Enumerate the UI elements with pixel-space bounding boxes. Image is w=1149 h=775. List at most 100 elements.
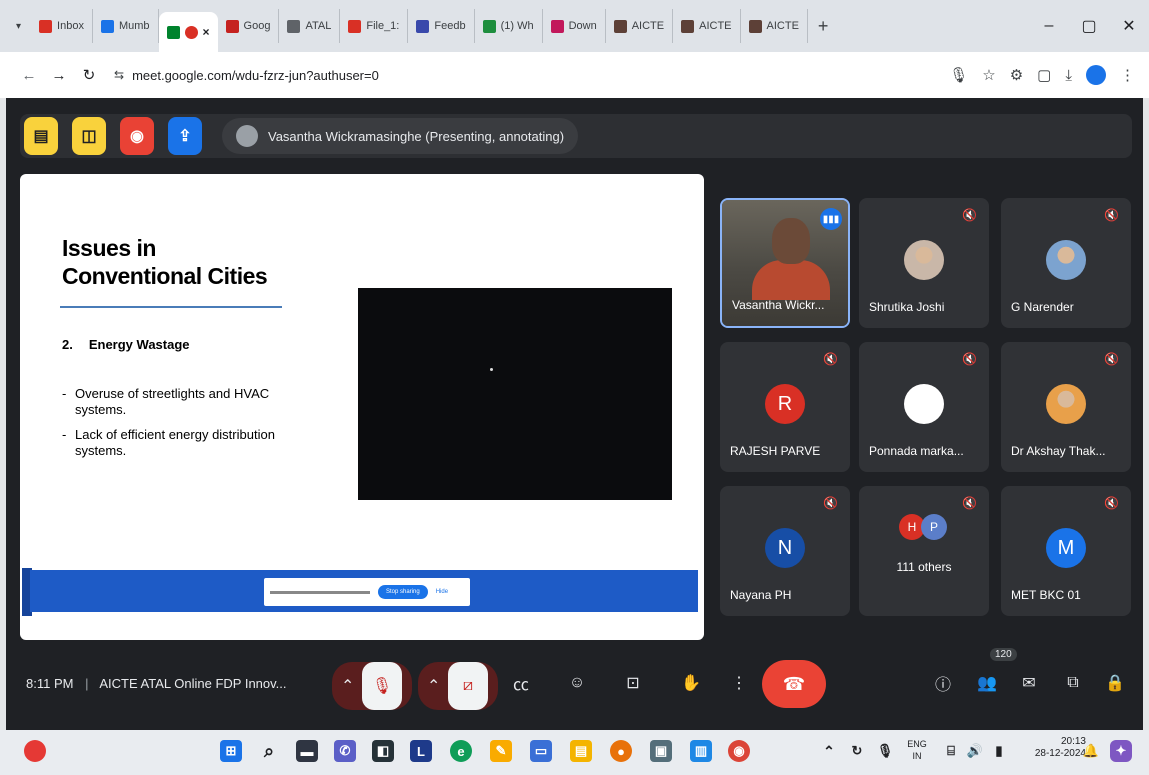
others-count-label: 111 others — [896, 560, 952, 574]
tab-favicon-icon — [681, 19, 695, 33]
participant-tile[interactable]: 🔇 Dr Akshay Thak... — [1001, 342, 1131, 472]
emoji-icon[interactable]: ☺ — [562, 668, 592, 698]
tray-mic-icon[interactable]: 🎙 — [874, 740, 896, 762]
meet-window: ▤ ◫ ◉ ⇪ Vasantha Wickramasinghe (Present… — [6, 98, 1143, 730]
notes-app-button[interactable]: ▤ — [24, 117, 58, 155]
sharing-notice: Stop sharing Hide — [264, 578, 470, 606]
system-clock[interactable]: 20:13 28-12-2024 — [1010, 736, 1086, 760]
language-code: ENG — [907, 739, 927, 749]
battery-icon[interactable]: ▮ — [988, 740, 1010, 762]
url-text[interactable]: meet.google.com/wdu-fzrz-jun?authuser=0 — [132, 68, 379, 83]
tab-favicon-icon — [550, 19, 564, 33]
back-icon[interactable]: ← — [14, 67, 44, 84]
record-button[interactable]: ◉ — [120, 117, 154, 155]
browser-tab[interactable]: Mumb — [93, 9, 159, 43]
store-icon[interactable]: ◧ — [372, 740, 394, 762]
chrome-icon[interactable]: ◉ — [728, 740, 750, 762]
firefox-icon[interactable]: ● — [610, 740, 632, 762]
participant-tile[interactable]: 🔇 H P 111 others — [859, 486, 989, 616]
forward-icon[interactable]: → — [44, 67, 74, 84]
muted-mic-icon: 🔇 — [1104, 496, 1119, 510]
notes-icon[interactable]: ▥ — [690, 740, 712, 762]
menu-dots-icon[interactable]: ⋮ — [1120, 66, 1135, 84]
tray-chevron-icon[interactable]: ⌃ — [818, 740, 840, 762]
people-icon[interactable]: 👥 — [972, 668, 1002, 698]
close-window-button[interactable]: ✕ — [1109, 16, 1149, 36]
participant-tile[interactable]: 🔇 G Narender — [1001, 198, 1131, 328]
download-icon[interactable]: ⤓ — [1065, 67, 1072, 84]
activities-icon[interactable]: ⧉ — [1058, 668, 1088, 698]
participant-photo — [904, 240, 944, 280]
tab-favicon-icon — [39, 19, 53, 33]
volume-icon[interactable]: 🔊 — [964, 740, 986, 762]
raise-hand-icon[interactable]: ✋ — [676, 668, 706, 698]
url-field[interactable]: ⇆ meet.google.com/wdu-fzrz-jun?authuser=… — [114, 68, 949, 83]
new-tab-button[interactable]: + — [818, 16, 829, 37]
photos-icon[interactable]: ▣ — [650, 740, 672, 762]
tab-cast-icon[interactable]: ▢ — [1037, 66, 1051, 84]
site-settings-icon[interactable]: ⇆ — [114, 68, 124, 82]
file-explorer-icon[interactable]: ▤ — [570, 740, 592, 762]
end-call-button[interactable]: ☎ — [762, 660, 826, 708]
slide-video-embed[interactable] — [358, 288, 672, 500]
camera-off-icon[interactable]: ⧄ — [448, 662, 488, 710]
microphone-icon[interactable]: 🎙 — [949, 66, 968, 84]
participant-tile[interactable]: 🔇 Shrutika Joshi — [859, 198, 989, 328]
muted-mic-icon: 🔇 — [962, 208, 977, 222]
bullet-item: Lack of efficient energy distribution sy… — [62, 427, 312, 459]
widgets-icon[interactable] — [24, 740, 46, 762]
participant-tile[interactable]: 🔇 R RAJESH PARVE — [720, 342, 850, 472]
network-icon[interactable]: ⌸ — [940, 740, 962, 762]
present-icon[interactable]: ⊡ — [618, 668, 648, 698]
copilot-icon[interactable]: ✦ — [1110, 740, 1132, 762]
others-avatar-group: HP — [899, 514, 947, 540]
paint-icon[interactable]: ✎ — [490, 740, 512, 762]
browser-tab[interactable]: (1) Wh — [475, 9, 543, 43]
browser-tab[interactable]: Feedb — [408, 9, 475, 43]
extension-icon[interactable]: ⚙ — [1010, 66, 1023, 84]
edge-icon[interactable]: e — [450, 740, 472, 762]
stop-sharing-button[interactable]: Stop sharing — [378, 585, 428, 599]
reload-icon[interactable]: ↻ — [74, 66, 104, 84]
share-app-button[interactable]: ⇪ — [168, 117, 202, 155]
task-view-icon[interactable]: ▬ — [296, 740, 318, 762]
language-indicator[interactable]: ENG IN — [902, 738, 932, 762]
chat-icon[interactable]: ✉ — [1014, 668, 1044, 698]
minimize-button[interactable]: – — [1029, 17, 1069, 35]
tab-active-meet[interactable]: × — [158, 12, 218, 52]
tab-favicon-icon — [348, 19, 362, 33]
browser-tab[interactable]: AICTE — [741, 9, 808, 43]
tab-search-icon[interactable]: ▾ — [16, 21, 21, 32]
browser-tab[interactable]: AICTE — [606, 9, 674, 43]
tray-app-icon[interactable]: ↻ — [846, 740, 868, 762]
more-options-icon[interactable]: ⋮ — [724, 668, 754, 698]
bookmark-star-icon[interactable]: ☆ — [982, 66, 995, 84]
notification-bell-icon[interactable]: 🔔 — [1080, 740, 1102, 762]
browser-tab[interactable]: AICTE — [673, 9, 741, 43]
browser-tab[interactable]: Down — [543, 9, 606, 43]
start-menu-icon[interactable]: ⊞ — [220, 740, 242, 762]
captions-icon[interactable]: ㏄ — [506, 668, 536, 698]
close-tab-icon[interactable]: × — [203, 25, 210, 39]
search-icon[interactable]: ⌕ — [258, 740, 280, 762]
participant-tile[interactable]: 🔇 M MET BKC 01 — [1001, 486, 1131, 616]
app-l-icon[interactable]: L — [410, 740, 432, 762]
participant-tile[interactable]: 🔇 N Nayana PH — [720, 486, 850, 616]
tab-label: Goog — [243, 20, 271, 32]
meeting-details-icon[interactable]: ⓘ — [928, 668, 958, 698]
teams-icon[interactable]: ✆ — [334, 740, 356, 762]
mic-mute-icon[interactable]: 🎙 — [362, 662, 402, 710]
window-icon[interactable]: ▭ — [530, 740, 552, 762]
profile-avatar[interactable] — [1086, 65, 1106, 85]
browser-tab[interactable]: File_1: — [340, 9, 409, 43]
hide-button[interactable]: Hide — [436, 589, 448, 595]
browser-tab[interactable]: ATAL — [279, 9, 341, 43]
maximize-button[interactable]: ▢ — [1069, 16, 1109, 36]
participant-tile[interactable]: 🔇 Ponnada marka... — [859, 342, 989, 472]
browser-tab[interactable]: Inbox — [31, 9, 93, 43]
slides-app-button[interactable]: ◫ — [72, 117, 106, 155]
browser-tab[interactable]: Goog — [218, 9, 280, 43]
tab-label: AICTE — [766, 20, 799, 32]
host-controls-icon[interactable]: 🔒 — [1100, 668, 1130, 698]
participant-tile[interactable]: ▮▮▮ Vasantha Wickr... — [720, 198, 850, 328]
